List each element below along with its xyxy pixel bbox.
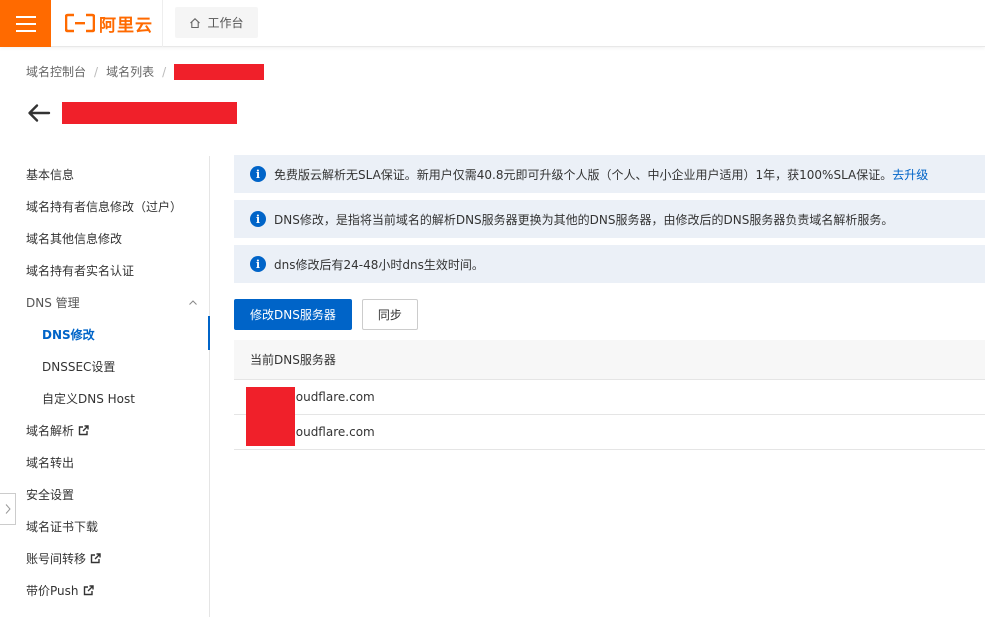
sidebar-item-label: 域名持有者实名认证: [26, 264, 135, 278]
sidebar-item-label: 安全设置: [26, 488, 75, 502]
sidebar-item-label: 域名转出: [26, 456, 75, 470]
sidebar-item-label: DNS 管理: [26, 296, 80, 310]
workbench-label: 工作台: [207, 16, 244, 30]
sidebar-item-domain-resolve[interactable]: 域名解析: [26, 422, 89, 439]
external-link-icon: [83, 585, 94, 596]
sidebar-item-priced-push[interactable]: 带价Push: [26, 582, 94, 599]
sidebar-item-custom-dns-host[interactable]: 自定义DNS Host: [42, 390, 135, 407]
main-content: i 免费版云解析无SLA保证。新用户仅需40.8元即可升级个人版（个人、中小企业…: [234, 155, 985, 450]
chevron-right-icon: [5, 504, 11, 514]
sidebar-active-indicator: [208, 316, 210, 350]
info-icon: i: [250, 256, 266, 272]
notice-text: 免费版云解析无SLA保证。新用户仅需40.8元即可升级个人版（个人、中小企业用户…: [274, 167, 893, 182]
top-bar: 阿里云 工作台: [0, 0, 985, 47]
menu-line: [15, 29, 36, 32]
dns-server-table: 当前DNS服务器 .cloudflare.com .cloudflare.com: [234, 340, 985, 450]
notice-sla: i 免费版云解析无SLA保证。新用户仅需40.8元即可升级个人版（个人、中小企业…: [234, 155, 985, 193]
upgrade-link[interactable]: 去升级: [892, 166, 928, 183]
breadcrumb: 域名控制台 / 域名列表 /: [26, 63, 265, 80]
sidebar-item-account-transfer[interactable]: 账号间转移: [26, 550, 101, 567]
breadcrumb-separator: /: [162, 64, 167, 79]
sidebar-item-domain-transfer-out[interactable]: 域名转出: [26, 454, 74, 471]
sidebar-item-label: DNSSEC设置: [42, 360, 116, 374]
aliyun-logo[interactable]: 阿里云: [65, 11, 153, 36]
breadcrumb-separator: /: [94, 64, 99, 79]
notice-text: dns修改后有24-48小时dns生效时间。: [274, 257, 484, 272]
breadcrumb-domain-console[interactable]: 域名控制台: [26, 63, 86, 80]
sidebar-item-dns-modify[interactable]: DNS修改: [42, 326, 95, 343]
sidebar-item-label: 基本信息: [26, 168, 75, 182]
workbench-button[interactable]: 工作台: [175, 7, 258, 38]
dns-server-value: .cloudflare.com: [282, 425, 375, 439]
modify-dns-button[interactable]: 修改DNS服务器: [234, 299, 352, 330]
logo-text: 阿里云: [99, 15, 153, 36]
sidebar-item-security-settings[interactable]: 安全设置: [26, 486, 74, 503]
breadcrumb-redacted-domain: [174, 63, 265, 80]
page-title-redacted: [62, 102, 237, 124]
back-arrow-icon[interactable]: [26, 100, 52, 126]
menu-line: [15, 15, 36, 18]
breadcrumb-domain-list[interactable]: 域名列表: [106, 63, 154, 80]
sidebar-item-label: 自定义DNS Host: [42, 392, 135, 406]
sidebar-item-label: 域名其他信息修改: [26, 232, 123, 246]
hamburger-menu-button[interactable]: [0, 0, 51, 47]
sidebar-item-label: 账号间转移: [26, 552, 87, 566]
sidebar-item-realname-auth[interactable]: 域名持有者实名认证: [26, 262, 134, 279]
notice-dns-modify: i DNS修改，是指将当前域名的解析DNS服务器更换为其他的DNS服务器，由修改…: [234, 200, 985, 238]
table-header: 当前DNS服务器: [234, 340, 985, 380]
sidebar-item-other-info[interactable]: 域名其他信息修改: [26, 230, 122, 247]
sidebar-item-label: 域名持有者信息修改（过户）: [26, 200, 183, 214]
sidebar-item-label: 带价Push: [26, 584, 79, 598]
sidebar-item-cert-download[interactable]: 域名证书下载: [26, 518, 98, 535]
info-icon: i: [250, 211, 266, 227]
sidebar-collapse-toggle[interactable]: [0, 493, 16, 525]
action-buttons: 修改DNS服务器 同步: [234, 299, 418, 330]
sidebar-item-basic-info[interactable]: 基本信息: [26, 166, 74, 183]
sidebar-item-dns-management[interactable]: DNS 管理: [26, 294, 198, 311]
sync-button[interactable]: 同步: [361, 299, 418, 330]
sidebar-item-label: DNS修改: [42, 328, 95, 342]
dns-server-redaction: [246, 387, 295, 446]
table-row: .cloudflare.com: [234, 380, 985, 415]
sidebar-item-holder-change[interactable]: 域名持有者信息修改（过户）: [26, 198, 182, 215]
external-link-icon: [78, 425, 89, 436]
sidebar-item-label: 域名解析: [26, 424, 75, 438]
table-row: .cloudflare.com: [234, 415, 985, 450]
dns-server-value: .cloudflare.com: [282, 390, 375, 404]
sidebar-item-label: 域名证书下载: [26, 520, 99, 534]
home-icon: [190, 17, 201, 28]
external-link-icon: [90, 553, 101, 564]
sidebar: 基本信息 域名持有者信息修改（过户） 域名其他信息修改 域名持有者实名认证 DN…: [0, 156, 210, 617]
info-icon: i: [250, 166, 266, 182]
sidebar-item-dnssec[interactable]: DNSSEC设置: [42, 358, 115, 375]
menu-line: [15, 22, 36, 25]
topbar-divider: [162, 0, 163, 47]
aliyun-logo-icon: [65, 13, 95, 33]
notice-dns-propagation: i dns修改后有24-48小时dns生效时间。: [234, 245, 985, 283]
page-header: [26, 100, 237, 126]
notice-text: DNS修改，是指将当前域名的解析DNS服务器更换为其他的DNS服务器，由修改后的…: [274, 212, 894, 227]
chevron-up-icon: [189, 299, 197, 305]
